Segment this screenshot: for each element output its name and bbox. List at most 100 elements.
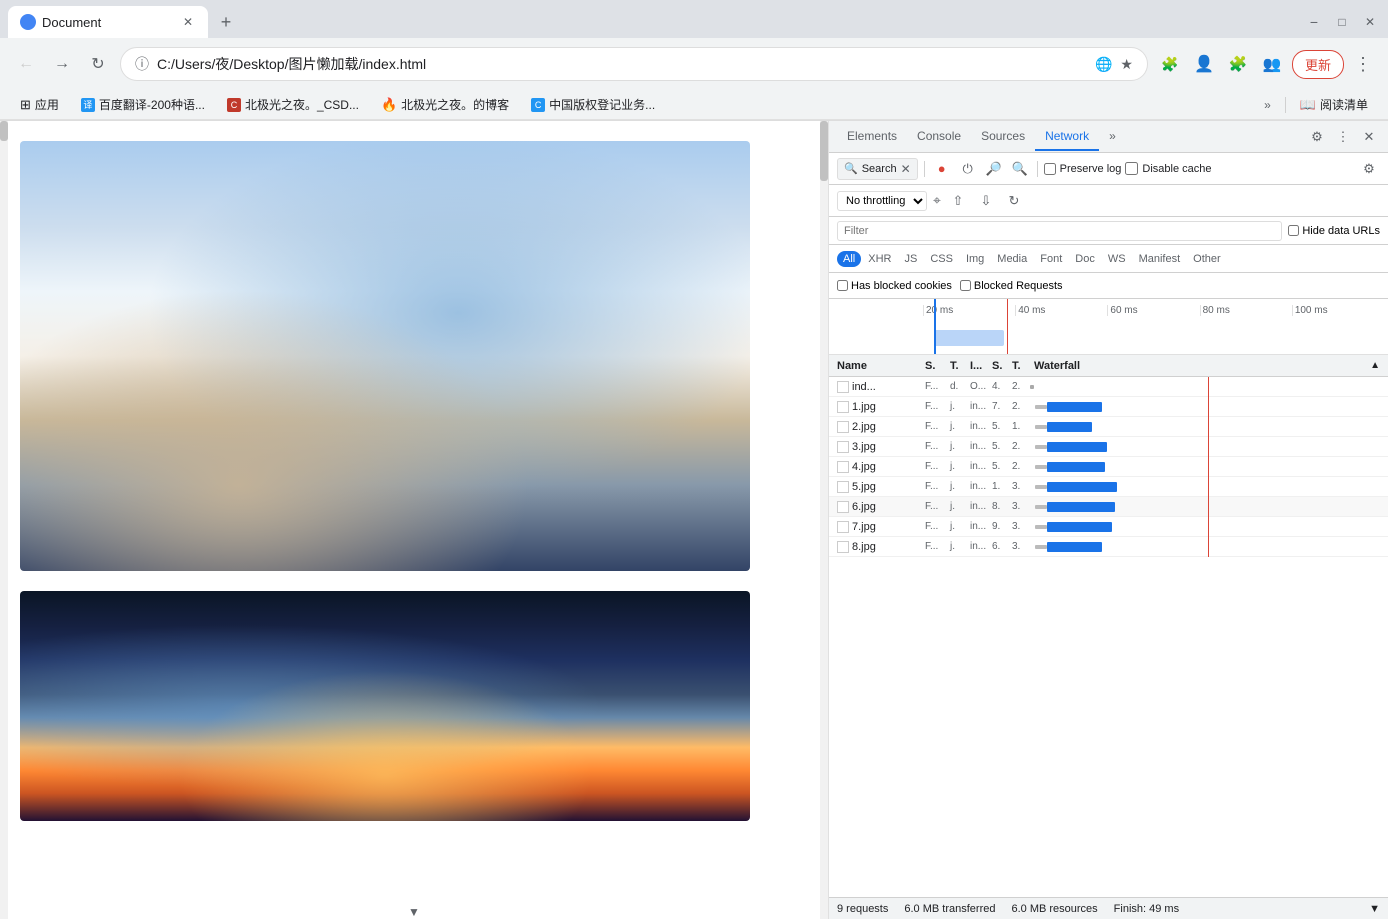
col-waterfall-header[interactable]: Waterfall ▲: [1030, 360, 1384, 372]
tab-elements[interactable]: Elements: [837, 123, 907, 151]
search-button[interactable]: 🔍: [1009, 158, 1031, 180]
type-filter-img[interactable]: Img: [960, 251, 990, 267]
translate-icon[interactable]: 🌐: [1095, 56, 1112, 73]
devtools-more-icon[interactable]: ⋮: [1332, 126, 1354, 148]
hide-data-urls-checkbox[interactable]: Hide data URLs: [1288, 225, 1380, 237]
table-row[interactable]: 4.jpg F... j. in... 5. 2.: [829, 457, 1388, 477]
restore-icon[interactable]: □: [1332, 12, 1352, 32]
type-filter-xhr[interactable]: XHR: [862, 251, 897, 267]
right-scroll-track: [820, 121, 828, 919]
hide-data-urls-input[interactable]: [1288, 225, 1299, 236]
extensions-puzzle-icon[interactable]: 🧩: [1224, 50, 1252, 78]
blocked-requests-input[interactable]: [960, 280, 971, 291]
blocked-requests-label[interactable]: Blocked Requests: [960, 280, 1063, 292]
bookmark-icon[interactable]: ★: [1120, 56, 1133, 73]
right-scroll-thumb[interactable]: [820, 121, 828, 181]
has-blocked-cookies-text: Has blocked cookies: [851, 280, 952, 292]
table-row[interactable]: 2.jpg F... j. in... 5. 1.: [829, 417, 1388, 437]
network-toolbar-2: No throttling ⌖ ⇧ ⇩ ↻: [829, 185, 1388, 217]
type-filter-doc[interactable]: Doc: [1069, 251, 1101, 267]
bookmark-apps[interactable]: ⊞ 应用: [12, 94, 67, 115]
filter-button[interactable]: 🔎: [983, 158, 1005, 180]
preserve-log-input[interactable]: [1044, 163, 1056, 175]
forward-button[interactable]: →: [48, 50, 76, 78]
table-row[interactable]: 6.jpg F... j. in... 8. 3.: [829, 497, 1388, 517]
tab-network[interactable]: Network: [1035, 123, 1099, 151]
devtools-bottom-arrow[interactable]: ▼: [1369, 903, 1380, 915]
browser-menu-icon[interactable]: ⋮: [1350, 54, 1376, 75]
reader-list-button[interactable]: 📖 阅读清单: [1292, 94, 1376, 115]
profile-icon[interactable]: 👤: [1190, 50, 1218, 78]
extensions-icon[interactable]: 🧩: [1156, 50, 1184, 78]
address-input[interactable]: ⓘ C:/Users/夜/Desktop/图片懒加载/index.html 🌐 …: [120, 47, 1148, 81]
devtools-close-icon[interactable]: ✕: [1358, 126, 1380, 148]
tab-console[interactable]: Console: [907, 123, 971, 151]
bookmark-baidu-label: 百度翻译-200种语...: [99, 96, 205, 113]
disable-cache-checkbox[interactable]: Disable cache: [1125, 162, 1211, 175]
clear-button[interactable]: ⏻: [957, 158, 979, 180]
bookmark-blog[interactable]: 🔥 北极光之夜。的博客: [373, 94, 517, 115]
col-type-header[interactable]: T.: [948, 360, 968, 372]
table-row[interactable]: 5.jpg F... j. in... 1. 3.: [829, 477, 1388, 497]
bottom-scroll-arrow[interactable]: ▼: [408, 905, 420, 919]
filter-input[interactable]: [837, 221, 1282, 241]
table-row[interactable]: 3.jpg F... j. in... 5. 2.: [829, 437, 1388, 457]
row-7-waterfall: [1030, 517, 1384, 537]
preserve-log-checkbox[interactable]: Preserve log: [1044, 163, 1122, 175]
has-blocked-cookies-label[interactable]: Has blocked cookies: [837, 280, 952, 292]
blocked-requests-text: Blocked Requests: [974, 280, 1063, 292]
tab-close-button[interactable]: ✕: [180, 14, 196, 30]
back-button[interactable]: ←: [12, 50, 40, 78]
left-scroll-thumb[interactable]: [0, 121, 8, 141]
type-filter-font[interactable]: Font: [1034, 251, 1068, 267]
row-6-icon: [837, 501, 849, 513]
type-filter-ws[interactable]: WS: [1102, 251, 1132, 267]
reload-button[interactable]: ↻: [84, 50, 112, 78]
row-3-waterfall: [1030, 437, 1384, 457]
record-button[interactable]: ●: [931, 158, 953, 180]
type-filter-all[interactable]: All: [837, 251, 861, 267]
col-initiator-header[interactable]: I...: [968, 360, 990, 372]
col-name-header[interactable]: Name: [833, 360, 923, 372]
new-tab-button[interactable]: +: [212, 8, 240, 36]
active-tab[interactable]: Document ✕: [8, 6, 208, 38]
table-row[interactable]: 1.jpg F... j. in... 7. 2.: [829, 397, 1388, 417]
close-window-icon[interactable]: ✕: [1360, 12, 1380, 32]
devtools-settings-gear[interactable]: ⚙: [1358, 158, 1380, 180]
devtools-settings-icon[interactable]: ⚙: [1306, 126, 1328, 148]
row-6-name: 6.jpg: [852, 501, 876, 513]
throttle-select[interactable]: No throttling: [837, 191, 927, 211]
download-icon[interactable]: ⇩: [975, 190, 997, 212]
type-filter-media[interactable]: Media: [991, 251, 1033, 267]
row-0-time: 2.: [1010, 381, 1030, 392]
bookmark-copyright[interactable]: C 中国版权登记业务...: [523, 94, 663, 115]
reload-network-icon[interactable]: ↻: [1003, 190, 1025, 212]
search-box[interactable]: 🔍 Search ✕: [837, 158, 918, 180]
search-close-icon[interactable]: ✕: [901, 162, 911, 176]
table-row[interactable]: ind... F... d. O... 4. 2.: [829, 377, 1388, 397]
people-icon[interactable]: 👥: [1258, 50, 1286, 78]
type-filter-other[interactable]: Other: [1187, 251, 1227, 267]
bookmarks-more-button[interactable]: »: [1264, 98, 1271, 112]
disable-cache-input[interactable]: [1125, 162, 1138, 175]
bookmark-baidu[interactable]: 译 百度翻译-200种语...: [73, 94, 213, 115]
lock-icon: ⓘ: [135, 54, 149, 74]
has-blocked-cookies-input[interactable]: [837, 280, 848, 291]
type-filter-css[interactable]: CSS: [924, 251, 959, 267]
tab-sources[interactable]: Sources: [971, 123, 1035, 151]
col-status-header[interactable]: S.: [923, 360, 948, 372]
row-1-name: 1.jpg: [852, 401, 876, 413]
col-size-header[interactable]: S.: [990, 360, 1010, 372]
minimize-icon[interactable]: −: [1304, 12, 1324, 32]
bookmark-csdn[interactable]: C 北极光之夜。_CSD...: [219, 94, 367, 115]
table-row[interactable]: 7.jpg F... j. in... 9. 3.: [829, 517, 1388, 537]
update-button[interactable]: 更新: [1292, 50, 1344, 79]
address-text: C:/Users/夜/Desktop/图片懒加载/index.html: [157, 54, 1087, 74]
tab-more[interactable]: »: [1099, 123, 1126, 151]
tick-80ms: 80 ms: [1200, 305, 1292, 316]
table-row[interactable]: 8.jpg F... j. in... 6. 3.: [829, 537, 1388, 557]
col-time-header[interactable]: T.: [1010, 360, 1030, 372]
type-filter-manifest[interactable]: Manifest: [1133, 251, 1187, 267]
type-filter-js[interactable]: JS: [898, 251, 923, 267]
upload-icon[interactable]: ⇧: [947, 190, 969, 212]
